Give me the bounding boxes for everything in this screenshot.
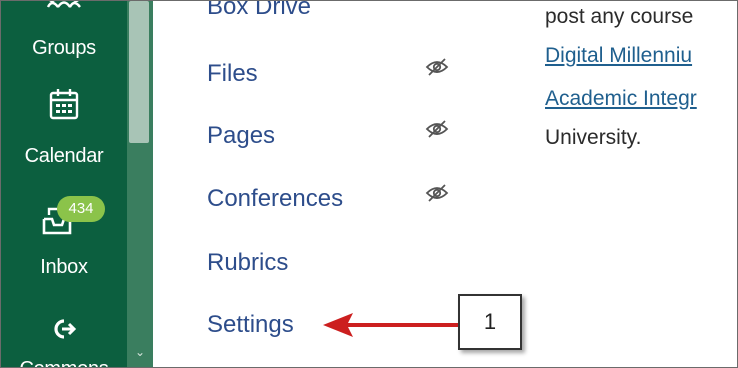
nav-item-commons[interactable]: Commons: [1, 313, 127, 367]
screenshot-frame: Groups Calendar Inbox 434 ⌄ Box Drive Fi…: [0, 0, 738, 368]
course-nav-conferences[interactable]: Conferences: [207, 185, 343, 213]
hidden-eye-icon: [425, 58, 449, 76]
global-navigation: Groups Calendar Inbox 434: [1, 1, 127, 367]
course-nav-rubrics[interactable]: Rubrics: [207, 249, 288, 277]
groups-icon: [46, 1, 81, 8]
content-text: University.: [545, 126, 642, 149]
callout-number-box: 1: [458, 294, 522, 350]
scroll-down-arrow-icon[interactable]: ⌄: [131, 345, 149, 359]
nav-label-groups: Groups: [32, 37, 96, 59]
nav-label-calendar: Calendar: [24, 145, 104, 167]
course-nav-files[interactable]: Files: [207, 60, 258, 88]
course-nav-box-drive[interactable]: Box Drive: [207, 1, 311, 21]
inbox-unread-badge: 434: [57, 196, 105, 222]
scrollbar-thumb[interactable]: [129, 1, 149, 143]
content-text: post any course: [545, 5, 694, 28]
annotation-arrow: [323, 313, 458, 337]
calendar-icon: [49, 89, 79, 120]
commons-icon: [54, 319, 77, 339]
course-nav-pages[interactable]: Pages: [207, 122, 275, 150]
nav-item-groups[interactable]: Groups: [1, 1, 127, 61]
nav-item-calendar[interactable]: Calendar: [1, 83, 127, 175]
nav-scrollbar[interactable]: ⌄: [127, 1, 153, 367]
callout-number: 1: [483, 309, 497, 334]
hidden-eye-icon: [425, 120, 449, 138]
nav-label-inbox: Inbox: [40, 256, 88, 278]
academic-integrity-link[interactable]: Academic Integr: [545, 87, 697, 111]
course-nav-settings[interactable]: Settings: [207, 311, 294, 339]
nav-label-commons: Commons: [1, 358, 127, 367]
digital-millennium-link[interactable]: Digital Millenniu: [545, 44, 692, 68]
hidden-eye-icon: [425, 184, 449, 202]
page-content: post any course Digital Millenniu Academ…: [545, 1, 737, 367]
